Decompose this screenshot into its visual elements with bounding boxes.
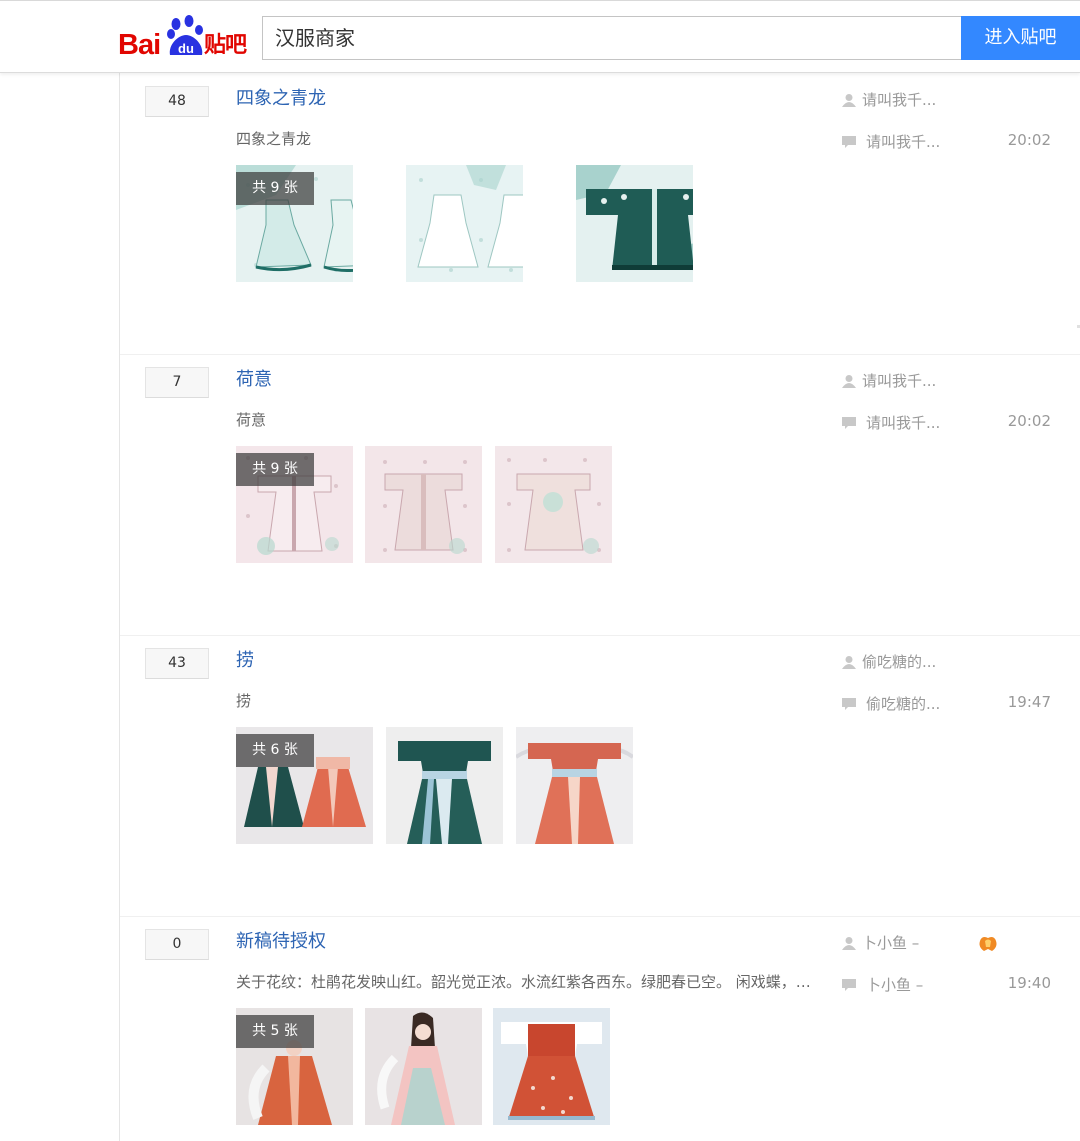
thread-item[interactable]: 0 新稿待授权 关于花纹：杜鹃花发映山红。韶光觉正浓。水流红紫各西东。绿肥春已空… — [120, 916, 1080, 1141]
thumbnail-image[interactable] — [576, 165, 693, 282]
user-icon — [842, 375, 856, 388]
last-replier-name[interactable]: 卜小鱼 – — [866, 976, 923, 994]
enter-tieba-button[interactable]: 进入贴吧 — [961, 16, 1080, 60]
thumbnail-image[interactable] — [516, 727, 633, 844]
last-reply[interactable]: 卜小鱼 – — [842, 975, 923, 995]
logo-bai-text: Bai — [118, 29, 161, 61]
photo-count-label: 共 6 张 — [236, 734, 314, 767]
thread-author[interactable]: 卜小鱼 – — [842, 933, 919, 953]
thumbnail-image[interactable]: 共 6 张 — [236, 727, 373, 844]
thumbnail-image[interactable] — [386, 727, 503, 844]
last-reply[interactable]: 请叫我千... — [842, 413, 940, 433]
thumbnail-image[interactable] — [365, 446, 482, 563]
thumbnail-image[interactable] — [495, 446, 612, 563]
last-replier-name[interactable]: 请叫我千... — [866, 414, 940, 432]
thread-abstract: 关于花纹：杜鹃花发映山红。韶光觉正浓。水流红紫各西东。绿肥春已空。 闲戏蝶，… — [236, 973, 811, 991]
reply-time: 19:40 — [1007, 974, 1051, 992]
last-reply[interactable]: 偷吃糖的... — [842, 694, 940, 714]
user-icon — [842, 656, 856, 669]
top-header: Bai du 贴吧 汉服商家 进入贴吧 — [0, 0, 1080, 73]
reply-time: 20:02 — [1007, 412, 1051, 430]
search-input[interactable]: 汉服商家 — [262, 16, 962, 60]
baidu-tieba-logo[interactable]: Bai du 贴吧 — [118, 15, 252, 61]
reply-count-badge: 7 — [145, 367, 209, 398]
thread-title-link[interactable]: 捞 — [236, 649, 254, 673]
thread-item[interactable]: 48 四象之青龙 四象之青龙 共 9 张 请叫我千... 请叫我千... 20:… — [120, 73, 1080, 355]
thumbnail-image[interactable] — [493, 1008, 610, 1125]
last-replier-name[interactable]: 偷吃糖的... — [866, 695, 940, 713]
thread-abstract: 捞 — [236, 692, 252, 710]
reply-count-badge: 48 — [145, 86, 209, 117]
author-name[interactable]: 卜小鱼 – — [862, 934, 919, 952]
comment-icon — [842, 698, 856, 710]
logo-tieba-text: 贴吧 — [204, 33, 247, 58]
comment-icon — [842, 136, 856, 148]
thumbnail-image[interactable] — [406, 165, 523, 282]
thread-item[interactable]: 7 荷意 荷意 共 9 张 请叫我千... 请叫我千... 20:02 — [120, 354, 1080, 636]
reply-time: 20:02 — [1007, 131, 1051, 149]
photo-count-label: 共 5 张 — [236, 1015, 314, 1048]
reply-count-badge: 43 — [145, 648, 209, 679]
thread-title-link[interactable]: 新稿待授权 — [236, 930, 326, 954]
comment-icon — [842, 417, 856, 429]
thread-abstract: 荷意 — [236, 411, 267, 429]
last-reply[interactable]: 请叫我千... — [842, 132, 940, 152]
member-badge-icon — [979, 937, 997, 951]
thread-abstract: 四象之青龙 — [236, 130, 312, 148]
thread-author[interactable]: 请叫我千... — [842, 371, 936, 391]
thread-item[interactable]: 43 捞 捞 共 6 张 偷吃糖的... 偷吃糖的... 19:47 — [120, 635, 1080, 917]
author-name[interactable]: 请叫我千... — [862, 91, 936, 109]
thread-title-link[interactable]: 荷意 — [236, 368, 272, 392]
last-replier-name[interactable]: 请叫我千... — [866, 133, 940, 151]
thumbnail-image[interactable]: 共 5 张 — [236, 1008, 353, 1125]
logo-du-text: du — [178, 41, 194, 56]
reply-time: 19:47 — [1007, 693, 1051, 711]
paw-icon: du — [167, 15, 203, 56]
thread-author[interactable]: 偷吃糖的... — [842, 652, 936, 672]
thread-title-link[interactable]: 四象之青龙 — [236, 87, 326, 111]
thread-author[interactable]: 请叫我千... — [842, 90, 936, 110]
thumbnail-image[interactable]: 共 9 张 — [236, 446, 353, 563]
thumbnail-image[interactable]: 共 9 张 — [236, 165, 353, 282]
reply-count-badge: 0 — [145, 929, 209, 960]
photo-count-label: 共 9 张 — [236, 453, 314, 486]
author-name[interactable]: 请叫我千... — [862, 372, 936, 390]
author-name[interactable]: 偷吃糖的... — [862, 653, 936, 671]
user-icon — [842, 937, 856, 950]
user-icon — [842, 94, 856, 107]
thumbnail-image[interactable] — [365, 1008, 482, 1125]
comment-icon — [842, 979, 856, 991]
photo-count-label: 共 9 张 — [236, 172, 314, 205]
